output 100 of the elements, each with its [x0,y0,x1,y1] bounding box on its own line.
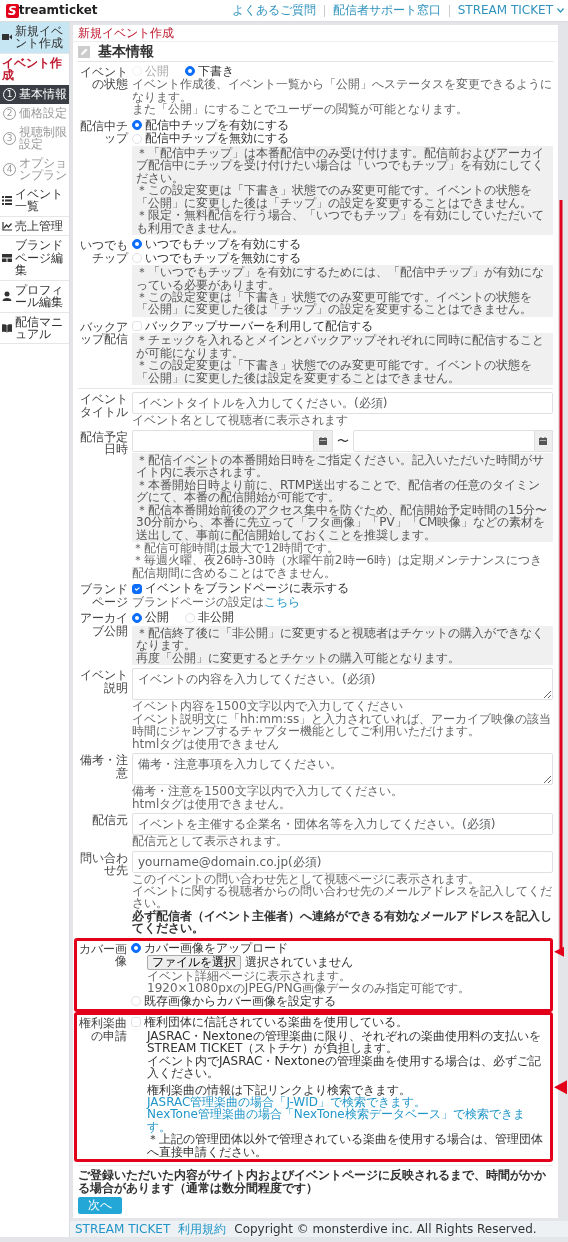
note-text: ＊「配信中チップ」は本番配信中のみ受け付けます。配信前およびアーカイブ配信中にチップを受け付けたい場合は「いつでもチップ」を有効にしてください。 [136,146,545,185]
field-label: ブランドページ [79,582,128,609]
text-area-field[interactable]: 備考・注意事項を入力してください。 [132,753,553,786]
info-text: イベント内でJASRAC・Nextoneの管理楽曲を使用する場合は、必ずご記入ください。 [147,1054,542,1080]
radio-button[interactable] [132,239,142,250]
help-text: イベントに関する視聴者からの問い合わせ先のメールアドレスを記入してください。 [132,885,553,910]
note-text: ＊この設定変更は「下書き」状態でのみ変更可能です。イベントの状態を「公開」に変更した後は「チップ」の設定を変更することはできません。 [136,291,533,316]
sidebar-item[interactable]: プロフィール編集 [0,280,69,313]
calendar-button[interactable] [314,429,333,452]
page-title: 新規イベント作成 [73,25,558,43]
option-label[interactable]: カバー画像をアップロード [144,941,288,955]
option-label[interactable]: 非公開 [198,611,234,624]
checkbox[interactable] [132,583,142,594]
list-icon [2,195,12,206]
help-text: イベント名として視聴者に表示されます [132,414,349,427]
field-label: バックアップ配信 [79,319,128,349]
sidebar-item[interactable]: 新規イベント作成 [0,22,69,54]
option-label[interactable]: 配信中チップを有効にする [145,118,289,132]
nav-link[interactable]: STREAM TICKET [457,4,564,17]
note-text: 再度「公開」に変更するとチケットの購入可能となります。 [136,651,461,665]
file-status: 選択されていません [245,956,353,969]
choose-file-button[interactable]: ファイルを選択 [147,955,241,970]
nav-link[interactable]: よくあるご質問 [231,4,316,17]
help-text: ＊配信可能時間は最大で12時間です。 [132,542,341,555]
note-text: ＊「いつでもチップ」を有効にするためには、「配信中チップ」が有効になっている必要があります。 [136,266,545,291]
option-label[interactable]: 公開 [145,611,169,624]
option-label[interactable]: バックアップサーバーを利用して配信する [145,319,373,333]
notice-text: ご登録いただいた内容がサイト内およびイベントページに反映されるまで、時間がかかる場合があります（通常は数分間程度です） [78,1165,553,1195]
help-text: 必ず配信者（イベント主催者）へ連絡ができる有効なメールアドレスを記入してください。 [132,909,553,935]
sidebar-item[interactable]: イベント一覧 [0,184,69,217]
text-area-field[interactable]: イベントの内容を入力してください。(必須) [132,668,553,701]
field-label: いつでもチップ [79,238,128,267]
option-label[interactable]: イベントをブランドページに表示する [145,582,349,595]
logo[interactable]: S treamticket [6,3,98,18]
help-text: イベント内容を1500文字以内で入力してください [132,700,404,713]
help-text: イベント詳細ページに表示されます。 [147,969,351,983]
field-label: イベントタイトル [79,392,128,421]
logo-mark: S [6,3,19,18]
calendar-button[interactable] [534,429,553,452]
radio-button[interactable] [131,943,141,954]
info-text: ＊上記の管理団体以外で管理されている楽曲を使用する場合は、管理団体へ直接申請ください。 [147,1133,544,1159]
option-label[interactable]: いつでもチップを有効にする [145,238,301,251]
field-label: 配信中チップ [79,118,128,148]
option-label[interactable]: 既存画像からカバー画像を設定する [144,994,336,1008]
help-text: また「公開」にすることでユーザーの閲覧が可能となります。 [132,103,469,116]
option-label[interactable]: 下書き [198,65,234,78]
field-label: 備考・注意 [79,753,128,782]
field-label: 権利楽曲の申請 [78,1016,127,1045]
date-input-field[interactable] [132,429,315,452]
field-label: カバー画像 [78,941,127,971]
nav-link[interactable]: 配信者サポート窓口 [332,4,441,17]
search-link[interactable]: NexTone管理楽曲の場合「NexTone検索データベース」で検索できます。 [147,1108,548,1134]
help-text: 1920×1080pxのJPEG/PNG画像データのみ指定可能です。 [147,982,472,995]
sidebar-item[interactable]: ブランドページ編集 [0,236,69,281]
help-text: 配信元として表示されます。 [132,835,289,848]
note-text: ＊配信終了後に「非公開」に変更すると視聴者はチケットの購入ができなくなります。 [136,626,545,652]
info-text: JASRAC・Nextoneの管理楽曲に限り、それぞれの楽曲使用料の支払いを STREAM TICKET（ストチケ）が負担します。 [147,1029,542,1055]
section-title: 基本情報 [98,44,154,59]
video-camera-icon [2,32,12,43]
text-input-field[interactable]: イベントタイトルを入力してください。(必須) [132,392,553,415]
grid-icon [2,252,12,263]
text-input-field[interactable]: イベントを主催する企業名・団体名等を入力してください。(必須) [132,813,553,836]
option-label[interactable]: いつでもチップを無効にする [145,251,301,265]
option-label[interactable]: 配信中チップを無効にする [145,132,289,145]
calendar-icon [318,436,327,445]
person-icon [2,291,12,302]
help-text: 備考・注意を1500文字以内で入力してください。 [132,785,404,798]
step-item[interactable]: 1 基本情報 [0,84,69,104]
range-separator: 〜 [336,434,349,447]
field-label: 問い合わせ先 [79,850,128,879]
search-link[interactable]: JASRAC管理楽曲の場合「J-WID」で検索できます。 [147,1096,548,1109]
field-label: 配信元 [91,813,128,830]
note-text: ＊本番開始日時より前に、RTMP送出することで、配信者の任意のタイミングにて、本番の配信開始が可能です。 [136,478,542,504]
sidebar-item[interactable]: 売上管理 [0,216,69,237]
radio-button[interactable] [185,66,195,77]
edit-icon [78,45,90,58]
help-text: htmlタグは使用できません [132,737,280,751]
logo-text: treamticket [18,4,98,17]
book-icon [2,322,12,333]
help-text: イベント作成後、イベント一覧から「公開」へステータスを変更できるようになります。 [132,78,553,104]
field-label: アーカイブ公開 [79,611,128,640]
text-input-field[interactable]: yourname@domain.co.jp(必須) [132,850,553,873]
note-text: ＊配信本番開始前後のアクセス集中を防ぐため、配信開始予定時間の15分〜30分前から、本番に先立って「フタ画像」「PV」「CM映像」などの素材を送出して、事前に配信開始しておくことを推奨します。 [136,503,549,541]
sidebar-item[interactable]: 配信マニュアル [0,312,69,345]
copyright-text: Copyright © monsterdive inc. All Rights Reserved. [234,1222,537,1236]
calendar-icon [539,436,548,445]
info-text: 権利楽曲の情報は下記リンクより検索できます。 [147,1083,412,1096]
field-label: イベントの状態 [79,65,128,94]
note-text: ＊この設定変更は「下書き」状態でのみ変更可能です。イベントの状態を「公開」に変更した後は「チップ」の設定を変更することはできません。 [136,184,533,210]
settings-link[interactable]: こちら [264,594,300,609]
note-text: ＊チェックを入れるとメインとバックアップそれぞれに同時に配信することが可能になります。 [136,334,545,360]
caret-icon [557,8,564,13]
date-input-field[interactable] [352,429,535,452]
option-label[interactable]: 権利団体に信託されている楽曲を使用している。 [144,1016,408,1029]
radio-button[interactable] [132,612,142,623]
note-text: ＊配信イベントの本番開始日時をご指定ください。記入いただいた時間がサイト内に表示されます。 [136,453,545,479]
help-text: ブランドページの設定はこちら [132,595,301,609]
note-text: ＊この設定変更は「下書き」状態でのみ変更可能です。イベントの状態を「公開」に変更した後は設定を変更することはできません。 [136,359,533,385]
radio-button[interactable] [132,120,142,131]
line-chart-icon [2,220,12,231]
